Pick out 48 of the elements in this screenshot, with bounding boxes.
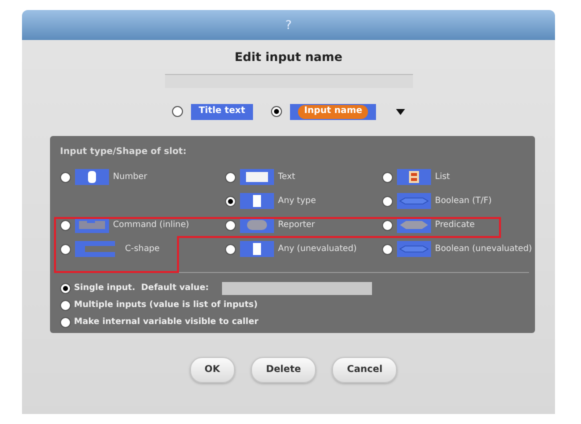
- slot-label: Command (inline): [113, 218, 190, 232]
- boolean-slot-icon: [397, 192, 431, 210]
- slot-label: Any type: [278, 194, 316, 208]
- dialog-heading: Edit input name: [234, 49, 342, 66]
- option-label: Make internal variable visible to caller: [74, 316, 258, 328]
- list-slot-icon: [397, 168, 431, 186]
- cancel-button[interactable]: Cancel: [332, 356, 398, 383]
- radio-button[interactable]: [172, 106, 183, 118]
- radio-button[interactable]: [382, 196, 393, 206]
- slot-label: Text: [278, 170, 296, 184]
- slot-label: Any (unevaluated): [278, 242, 357, 256]
- radio-button[interactable]: [382, 172, 393, 182]
- number-slot-icon: [75, 168, 109, 186]
- ok-button[interactable]: OK: [190, 356, 235, 383]
- radio-button[interactable]: [382, 244, 393, 254]
- window-title: ?: [285, 17, 292, 34]
- title-text-block[interactable]: Title text: [190, 104, 254, 120]
- panel-title: Input type/Shape of slot:: [60, 146, 188, 158]
- text-slot-icon: [240, 168, 274, 186]
- radio-button[interactable]: [60, 220, 71, 230]
- slot-label: Boolean (T/F): [435, 194, 492, 208]
- radio-button[interactable]: [60, 316, 71, 328]
- slot-label: List: [435, 170, 450, 184]
- slot-label: Number: [113, 170, 148, 184]
- any-slot-icon: [240, 192, 274, 210]
- radio-button[interactable]: [225, 244, 236, 254]
- name-input-field[interactable]: [164, 74, 412, 88]
- c-shape-slot-icon: [75, 240, 115, 258]
- slot-label: C-shape: [125, 242, 160, 256]
- radio-button[interactable]: [60, 244, 71, 254]
- radio-button[interactable]: [225, 196, 236, 206]
- radio-button[interactable]: [225, 220, 236, 230]
- radio-button[interactable]: [382, 220, 393, 230]
- dropdown-caret-icon[interactable]: [396, 108, 406, 115]
- slot-label: Reporter: [278, 218, 315, 232]
- delete-button[interactable]: Delete: [250, 356, 316, 383]
- radio-button[interactable]: [60, 300, 71, 310]
- radio-button[interactable]: [60, 282, 71, 294]
- radio-button[interactable]: [271, 106, 282, 118]
- radio-button[interactable]: [60, 172, 71, 182]
- slot-label: Predicate: [435, 218, 475, 232]
- boolean-slot-icon: [397, 240, 431, 258]
- option-label: Single input. Default value:: [74, 282, 209, 294]
- slot-label: Boolean (unevaluated): [435, 242, 532, 256]
- default-value-field[interactable]: [222, 282, 372, 294]
- option-label: Multiple inputs (value is list of inputs): [74, 298, 258, 312]
- any-slot-icon: [240, 240, 274, 258]
- radio-button[interactable]: [225, 172, 236, 182]
